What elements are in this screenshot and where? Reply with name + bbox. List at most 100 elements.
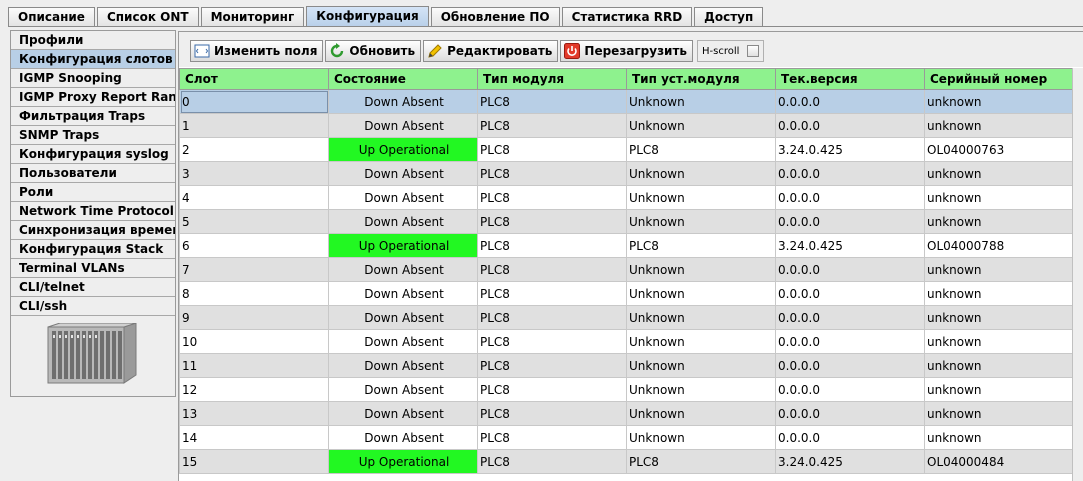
sidebar-item-6[interactable]: Конфигурация syslog bbox=[11, 145, 175, 164]
tab-1[interactable]: Список ONT bbox=[96, 7, 199, 27]
edit-button[interactable]: Редактировать bbox=[423, 40, 559, 62]
column-header-0[interactable]: Слот bbox=[179, 68, 329, 90]
tab-4[interactable]: Обновление ПО bbox=[430, 7, 560, 27]
refresh-button[interactable]: Обновить bbox=[325, 40, 422, 62]
column-header-4[interactable]: Тек.версия bbox=[775, 68, 925, 90]
sidebar-item-5[interactable]: SNMP Traps bbox=[11, 126, 175, 145]
column-header-1[interactable]: Состояние bbox=[328, 68, 478, 90]
table-row[interactable]: 2 Up Operational PLC8 PLC8 3.24.0.425 OL04000… bbox=[179, 137, 1075, 162]
table-cell: Unknown bbox=[626, 401, 776, 426]
reboot-label: Перезагрузить bbox=[584, 44, 687, 58]
checkbox-icon[interactable] bbox=[747, 45, 760, 57]
table-row[interactable]: 14 Down Absent PLC8 Unknown 0.0.0.0 unknown bbox=[179, 425, 1075, 450]
reboot-button[interactable]: Перезагрузить bbox=[560, 40, 693, 62]
hscroll-label: H-scroll bbox=[702, 45, 740, 57]
sidebar-item-4[interactable]: Фильтрация Traps bbox=[11, 107, 175, 126]
table-cell: unknown bbox=[924, 377, 1075, 402]
table-row[interactable]: 5 Down Absent PLC8 Unknown 0.0.0.0 unknown bbox=[179, 209, 1075, 234]
table-cell: PLC8 bbox=[477, 233, 627, 258]
table-row[interactable]: 3 Down Absent PLC8 Unknown 0.0.0.0 unknown bbox=[179, 161, 1075, 186]
device-chassis-image bbox=[46, 322, 140, 387]
table-cell: Down Absent bbox=[328, 161, 478, 186]
table-cell: Unknown bbox=[626, 329, 776, 354]
table-row[interactable]: 8 Down Absent PLC8 Unknown 0.0.0.0 unknown bbox=[179, 281, 1075, 306]
sidebar-item-7[interactable]: Пользователи bbox=[11, 164, 175, 183]
table-cell: Down Absent bbox=[328, 89, 478, 114]
table-cell: Unknown bbox=[626, 185, 776, 210]
table-row[interactable]: 7 Down Absent PLC8 Unknown 0.0.0.0 unknown bbox=[179, 257, 1075, 282]
column-header-3[interactable]: Тип уст.модуля bbox=[626, 68, 776, 90]
tab-6[interactable]: Доступ bbox=[694, 7, 764, 27]
table-cell: PLC8 bbox=[477, 161, 627, 186]
sidebar-item-9[interactable]: Network Time Protocol bbox=[11, 202, 175, 221]
column-header-5[interactable]: Серийный номер bbox=[924, 68, 1075, 90]
table-cell: Unknown bbox=[626, 377, 776, 402]
table-row[interactable]: 9 Down Absent PLC8 Unknown 0.0.0.0 unknown bbox=[179, 305, 1075, 330]
table-cell: Unknown bbox=[626, 425, 776, 450]
table-cell: Down Absent bbox=[328, 425, 478, 450]
sidebar-item-2[interactable]: IGMP Snooping bbox=[11, 69, 175, 88]
fields-icon bbox=[194, 44, 210, 58]
table-cell: Down Absent bbox=[328, 401, 478, 426]
tab-5[interactable]: Статистика RRD bbox=[561, 7, 693, 27]
table-cell: 0.0.0.0 bbox=[775, 89, 925, 114]
sidebar-item-12[interactable]: Terminal VLANs bbox=[11, 259, 175, 278]
sidebar-item-10[interactable]: Синхронизация времени bbox=[11, 221, 175, 240]
power-icon bbox=[564, 43, 581, 59]
tab-0[interactable]: Описание bbox=[8, 7, 95, 27]
table-row[interactable]: 12 Down Absent PLC8 Unknown 0.0.0.0 unknown bbox=[179, 377, 1075, 402]
hscroll-toggle[interactable]: H-scroll bbox=[697, 40, 765, 62]
table-row[interactable]: 10 Down Absent PLC8 Unknown 0.0.0.0 unknown bbox=[179, 329, 1075, 354]
table-row[interactable]: 11 Down Absent PLC8 Unknown 0.0.0.0 unknown bbox=[179, 353, 1075, 378]
sidebar-item-14[interactable]: CLI/ssh bbox=[11, 297, 175, 316]
sidebar-item-8[interactable]: Роли bbox=[11, 183, 175, 202]
sidebar-item-1[interactable]: Конфигурация слотов bbox=[11, 50, 175, 69]
sidebar-list: Профили Конфигурация слотов IGMP Snooping I… bbox=[11, 31, 175, 316]
table-cell: Down Absent bbox=[328, 353, 478, 378]
vertical-scrollbar[interactable] bbox=[1072, 68, 1083, 481]
table-cell: PLC8 bbox=[477, 401, 627, 426]
sidebar-item-11[interactable]: Конфигурация Stack bbox=[11, 240, 175, 259]
table-row[interactable]: 13 Down Absent PLC8 Unknown 0.0.0.0 unknown bbox=[179, 401, 1075, 426]
table-cell: Unknown bbox=[626, 161, 776, 186]
edit-fields-button[interactable]: Изменить поля bbox=[190, 40, 324, 62]
table-row[interactable]: 4 Down Absent PLC8 Unknown 0.0.0.0 unknown bbox=[179, 185, 1075, 210]
table-cell: PLC8 bbox=[477, 377, 627, 402]
table-cell: 0.0.0.0 bbox=[775, 161, 925, 186]
table-cell: 15 bbox=[179, 449, 329, 474]
table-cell: Up Operational bbox=[328, 233, 478, 258]
sidebar-item-13[interactable]: CLI/telnet bbox=[11, 278, 175, 297]
table-cell: PLC8 bbox=[477, 113, 627, 138]
table-cell: PLC8 bbox=[477, 449, 627, 474]
table-row[interactable]: 1 Down Absent PLC8 Unknown 0.0.0.0 unknown bbox=[179, 113, 1075, 138]
table-cell: 0.0.0.0 bbox=[775, 329, 925, 354]
table-header: Слот Состояние Тип модуля Тип уст.модуля Тек… bbox=[179, 68, 1075, 90]
table-cell: 12 bbox=[179, 377, 329, 402]
table-cell: 0.0.0.0 bbox=[775, 209, 925, 234]
table-row[interactable]: 15 Up Operational PLC8 PLC8 3.24.0.425 OL0400… bbox=[179, 449, 1075, 474]
table-cell: 7 bbox=[179, 257, 329, 282]
table-cell: PLC8 bbox=[477, 89, 627, 114]
tab-3[interactable]: Конфигурация bbox=[306, 6, 429, 27]
table-cell: 10 bbox=[179, 329, 329, 354]
table-cell: Unknown bbox=[626, 305, 776, 330]
table-cell: Unknown bbox=[626, 257, 776, 282]
table-cell: PLC8 bbox=[477, 305, 627, 330]
column-header-2[interactable]: Тип модуля bbox=[477, 68, 627, 90]
table-cell: Unknown bbox=[626, 89, 776, 114]
table-cell: 14 bbox=[179, 425, 329, 450]
table-cell: Up Operational bbox=[328, 137, 478, 162]
tabbar-divider bbox=[8, 26, 1083, 27]
table-row[interactable]: 0 Down Absent PLC8 Unknown 0.0.0.0 unknown bbox=[179, 89, 1075, 114]
toolbar: Изменить поля Обновить Редактировать Пер… bbox=[179, 32, 1083, 67]
table-cell: OL04000788 bbox=[924, 233, 1075, 258]
tab-2[interactable]: Мониторинг bbox=[200, 7, 305, 27]
table-cell: 13 bbox=[179, 401, 329, 426]
table-row[interactable]: 6 Up Operational PLC8 PLC8 3.24.0.425 OL04000… bbox=[179, 233, 1075, 258]
table-cell: 0.0.0.0 bbox=[775, 305, 925, 330]
table-cell: Down Absent bbox=[328, 185, 478, 210]
table-cell: Down Absent bbox=[328, 257, 478, 282]
table-cell: unknown bbox=[924, 281, 1075, 306]
sidebar-item-3[interactable]: IGMP Proxy Report Range bbox=[11, 88, 175, 107]
sidebar-item-0[interactable]: Профили bbox=[11, 31, 175, 50]
